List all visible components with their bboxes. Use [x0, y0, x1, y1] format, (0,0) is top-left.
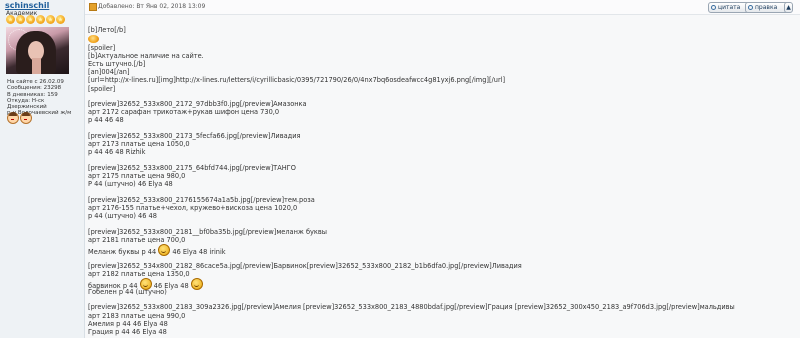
post-body: [b]Лето[/b] [spoiler] [b]Актуальное нали…: [88, 26, 793, 336]
post-line: Р 44 (штучно) 46 Elya 48: [88, 180, 173, 189]
user-profile-panel: schinschil Академик На сайте с 26.02.09 …: [0, 0, 85, 338]
post-line: Грация р 44 46 Elya 48: [88, 327, 167, 336]
post-line: [preview]32652_533x800_2172_97dbb3f0.jpg…: [88, 100, 307, 109]
scroll-up-button[interactable]: ▲: [784, 2, 793, 13]
edit-icon: [748, 5, 753, 10]
post-line: [spoiler]: [88, 44, 116, 53]
post-line: [preview]32652_533x800_2181__bf0ba35b.jp…: [88, 227, 327, 236]
post-line: арт 2183 платье цена 990,0: [88, 311, 186, 320]
smiley-emoticon-icon: [139, 277, 152, 290]
post-line: [spoiler]: [88, 84, 116, 93]
post-line: [b]Лето[/b]: [88, 26, 126, 34]
post-line: Есть штучно.[/b]: [88, 60, 146, 69]
post-line: арт 2176-155 платье+чехол, кружево+виско…: [88, 203, 298, 212]
post-line: [preview]32652_534x800_2182_86cace5a.jpg…: [88, 261, 522, 270]
user-badges: [7, 112, 32, 124]
post-line: р 44 46 48 Rizhik: [88, 148, 146, 157]
post-icon: [89, 3, 97, 11]
post-line: арт 2175 платье цена 980,0: [88, 172, 186, 181]
post-line: [an]004[/an]: [88, 68, 130, 77]
post-line: арт 2182 платье цена 1350,0: [88, 269, 190, 278]
boy-face-icon: [7, 112, 19, 124]
post-line: [b]Актуальное наличие на сайте.: [88, 52, 204, 61]
post-line: [preview]32652_533x800_2175_64bfd744.jpg…: [88, 164, 296, 172]
post-line: арт 2172 сарафан трикотаж+рукав шифон це…: [88, 108, 280, 117]
smiley-emoticon-icon: [190, 277, 203, 290]
rose-emoticon-icon: [88, 35, 99, 44]
post-line: Меланж буквы р 44 46 Elya 48 irinik: [88, 243, 793, 256]
avatar[interactable]: [6, 27, 69, 74]
sun-star-icon: [6, 15, 15, 24]
post-line: барвинок р 44 46 Elya 48: [88, 277, 793, 290]
post-line: [preview]32652_533x800_2173_5fecfa66.jpg…: [88, 132, 301, 141]
post-line: Амелия р 44 46 Elya 48: [88, 319, 168, 328]
sun-star-icon: [26, 15, 35, 24]
forum-post: schinschil Академик На сайте с 26.02.09 …: [0, 0, 800, 338]
post-line: р 44 (штучно) 46 48: [88, 212, 157, 221]
post-line: арт 2181 платье цена 700,0: [88, 235, 186, 244]
username-link[interactable]: schinschil: [5, 1, 49, 10]
sun-star-icon: [46, 15, 55, 24]
rank-stars: [6, 15, 65, 24]
post-line: [url=http://x-lines.ru][img]http://x-lin…: [88, 76, 506, 85]
sun-star-icon: [36, 15, 45, 24]
sun-star-icon: [16, 15, 25, 24]
post-line: [preview]32652_533x800_2183_309a2326.jpg…: [88, 303, 735, 312]
post-line: арт 2173 платье цена 1050,0: [88, 140, 190, 149]
boy-face-icon: [20, 112, 32, 124]
user-location: Откуда: Н-ск Дзержинский: [7, 97, 47, 111]
quote-button[interactable]: цитата: [708, 2, 750, 13]
post-header: Добавлено: Вт Янв 02, 2018 13:09 цитата …: [85, 0, 800, 15]
post-date: Добавлено: Вт Янв 02, 2018 13:09: [98, 3, 206, 10]
post-line: [preview]32652_533x800_2176155674a1a5b.j…: [88, 195, 315, 204]
post-content-panel: Добавлено: Вт Янв 02, 2018 13:09 цитата …: [85, 0, 800, 338]
quote-icon: [711, 5, 716, 10]
post-line: р 44 46 48: [88, 116, 124, 125]
sun-star-icon: [56, 15, 65, 24]
